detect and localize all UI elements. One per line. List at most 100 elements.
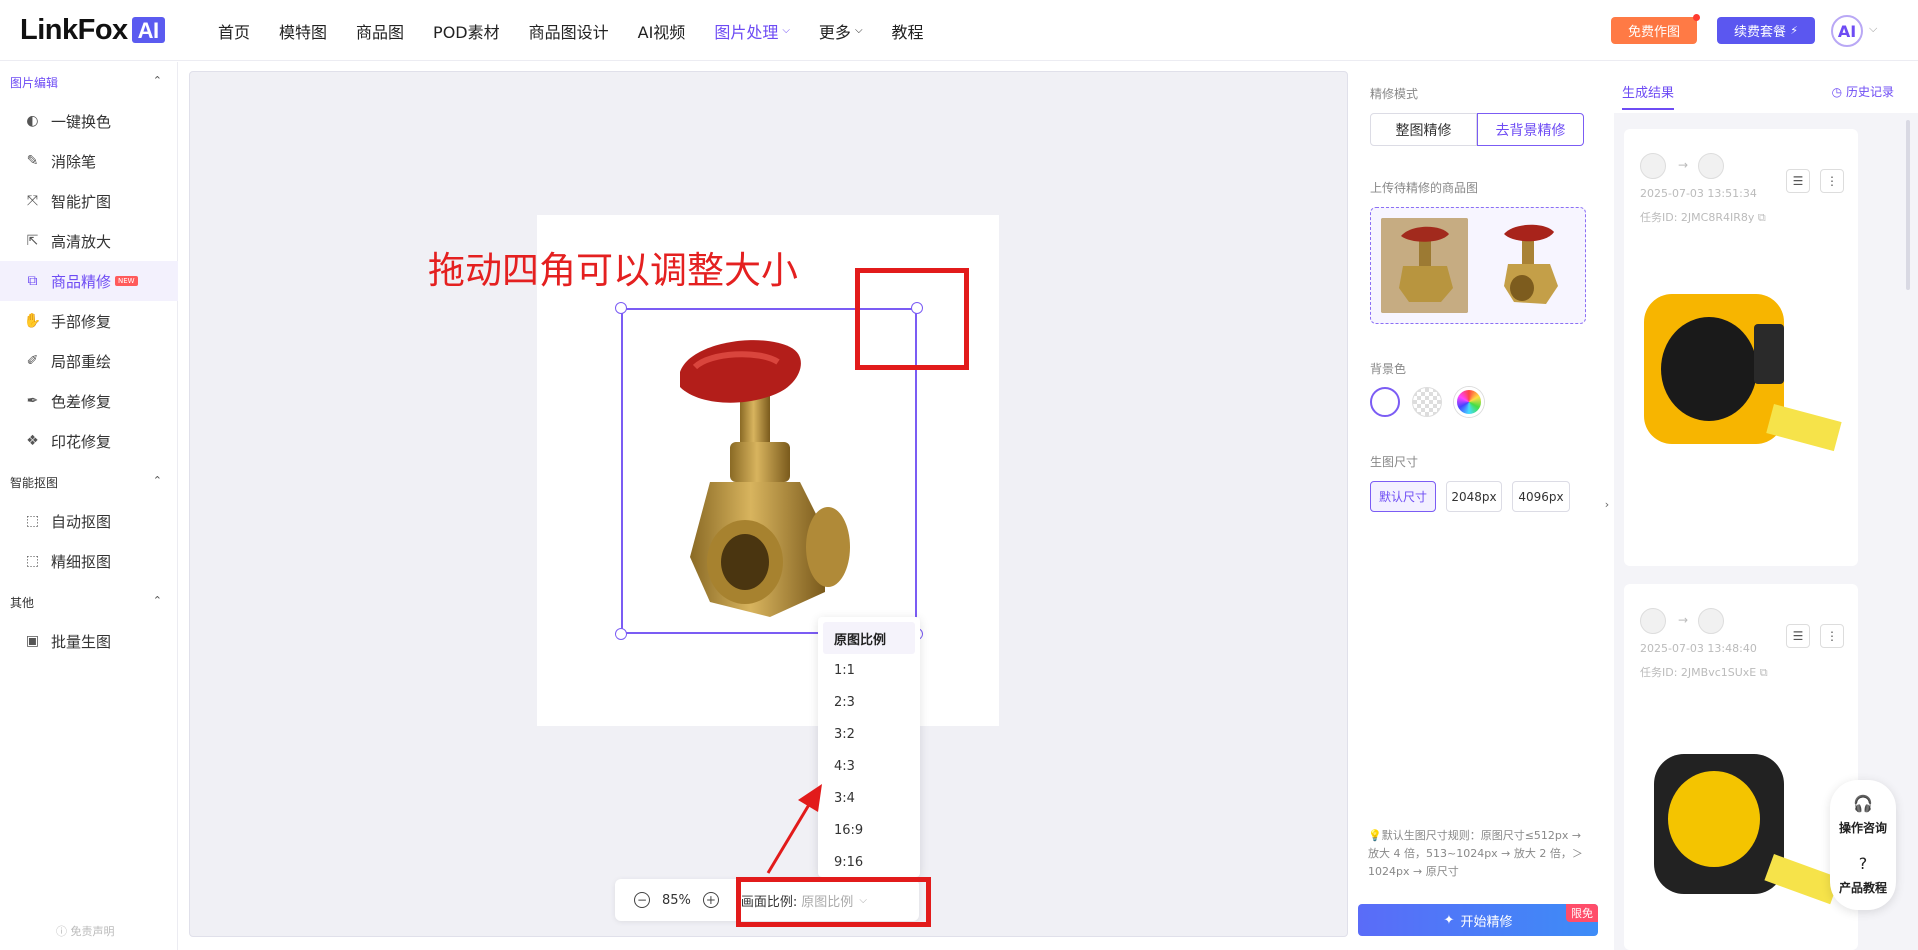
ratio-dropdown-menu: 原图比例 1:1 2:3 3:2 4:3 3:4 16:9 9:16 — [818, 617, 920, 877]
more-icon[interactable]: ⋮ — [1820, 169, 1844, 193]
sidebar-item-auto-cutout[interactable]: ⬚ 自动抠图 — [0, 501, 178, 541]
ratio-option[interactable]: 2:3 — [823, 686, 915, 718]
tab-bg-refine[interactable]: 去背景精修 — [1477, 113, 1584, 146]
disclaimer-link[interactable]: ⓘ 免责声明 — [56, 923, 115, 939]
recolor-icon: ◐ — [26, 113, 39, 129]
refine-icon: ⧉ — [27, 273, 38, 289]
chevron-up-icon: ⌃ — [152, 74, 162, 87]
result-mini-thumb — [1698, 153, 1724, 179]
collapse-panel-icon[interactable]: › — [1600, 474, 1614, 534]
sidebar-item-eraser[interactable]: ✎ 消除笔 — [0, 141, 178, 181]
free-create-button[interactable]: 免费作图 — [1611, 14, 1700, 44]
annotation-hint: 拖动四角可以调整大小 — [428, 249, 798, 292]
nav-home[interactable]: 首页 — [218, 19, 250, 43]
sidebar-item-color-fix[interactable]: ✒ 色差修复 — [0, 381, 178, 421]
bg-white-swatch[interactable] — [1370, 387, 1400, 417]
tab-whole-refine[interactable]: 整图精修 — [1370, 113, 1477, 146]
tab-results[interactable]: 生成结果 — [1622, 82, 1675, 110]
clock-icon: ◷ — [1831, 85, 1843, 99]
sidebar-item-hand-repair[interactable]: ✋ 手部修复 — [0, 301, 178, 341]
cutout-icon: ⬚ — [25, 513, 40, 529]
upscale-icon: ⇱ — [26, 233, 39, 249]
zoom-in-icon[interactable]: + — [702, 892, 719, 908]
copy-icon[interactable]: ⧉ — [1760, 666, 1768, 679]
section-smart-cutout[interactable]: 智能抠图 ⌃ — [10, 474, 162, 491]
nav-more[interactable]: 更多 ⌵ — [819, 19, 863, 43]
sidebar-item-recolor[interactable]: ◐ 一键换色 — [0, 101, 178, 141]
zoom-out-icon[interactable]: − — [634, 892, 650, 908]
print-icon: ❖ — [26, 433, 39, 449]
ratio-option[interactable]: 9:16 — [823, 846, 915, 878]
card-time: 2025-07-03 13:51:34 — [1640, 187, 1757, 200]
size-2048-button[interactable]: 2048px — [1446, 481, 1502, 512]
brand-ai-badge: AI — [131, 17, 165, 43]
card-time: 2025-07-03 13:48:40 — [1640, 642, 1757, 655]
bg-color-picker-icon[interactable] — [1454, 387, 1484, 417]
chevron-up-icon: ⌃ — [152, 474, 162, 487]
renew-plan-button[interactable]: 续费套餐 ⚡ — [1717, 17, 1815, 44]
sidebar: 图片编辑 ⌃ ◐ 一键换色 ✎ 消除笔 ⤧ 智能扩图 ⇱ 高清放大 ⧉ 商品精修 NEW ✋ 手… — [0, 62, 178, 950]
tutorial-button[interactable]: ? 产品教程 — [1830, 854, 1896, 896]
chevron-down-icon[interactable]: ⌵ — [1869, 22, 1877, 36]
source-mini-thumb — [1640, 153, 1666, 179]
start-refine-button[interactable]: ✦ 开始精修 限免 — [1358, 904, 1598, 936]
sidebar-item-product-refine[interactable]: ⧉ 商品精修 NEW — [0, 261, 178, 301]
brand-logo[interactable]: LinkFox AI — [20, 13, 165, 47]
nav-pod-assets[interactable]: POD素材 — [433, 19, 500, 43]
arrow-right-icon: → — [1678, 613, 1689, 627]
main-nav: 首页 模特图 商品图 POD素材 商品图设计 AI视频 图片处理 ⌵ 更多 ⌵ 教程 — [218, 0, 953, 61]
section-other[interactable]: 其他 ⌃ — [10, 594, 162, 611]
bg-transparent-swatch[interactable] — [1412, 387, 1442, 417]
nav-image-processing[interactable]: 图片处理 ⌵ — [714, 19, 790, 43]
sidebar-item-print-fix[interactable]: ❖ 印花修复 — [0, 421, 178, 461]
more-icon[interactable]: ⋮ — [1820, 624, 1844, 648]
result-image-tape[interactable] — [1634, 744, 1854, 944]
zoom-level: 85% — [662, 892, 691, 908]
upload-area[interactable] — [1370, 207, 1586, 324]
lightning-icon: ⚡ — [1790, 24, 1798, 37]
result-image-tape[interactable] — [1634, 284, 1854, 494]
top-bar: LinkFox AI 首页 模特图 商品图 POD素材 商品图设计 AI视频 图… — [0, 0, 1918, 61]
resize-handle-top-left[interactable] — [615, 302, 627, 314]
result-card[interactable]: → ⋮ ☰ 2025-07-03 13:51:34 任务ID: 2JMC8R4I… — [1624, 129, 1858, 566]
sidebar-item-fine-cutout[interactable]: ⬚ 精细抠图 — [0, 541, 178, 581]
size-rule-note: 💡默认生图尺寸规则：原图尺寸≤512px → 放大 4 倍，513~1024px… — [1368, 829, 1583, 878]
brush-icon: ✐ — [26, 353, 39, 369]
avatar[interactable]: AI — [1831, 15, 1863, 47]
ratio-option[interactable]: 原图比例 — [823, 622, 915, 654]
nav-product-image[interactable]: 商品图 — [356, 19, 404, 43]
history-link[interactable]: ◷ 历史记录 — [1832, 83, 1894, 100]
card-task-id: 任务ID: 2JMBvc1SUxE ⧉ — [1640, 666, 1768, 679]
copy-icon[interactable]: ⧉ — [1758, 211, 1766, 224]
results-scrollbar[interactable] — [1906, 120, 1910, 290]
ratio-option[interactable]: 4:3 — [823, 750, 915, 782]
sidebar-item-expand[interactable]: ⤧ 智能扩图 — [0, 181, 178, 221]
arrow-right-icon: → — [1678, 158, 1689, 172]
size-4096-button[interactable]: 4096px — [1512, 481, 1570, 512]
resize-handle-bottom-left[interactable] — [615, 628, 627, 640]
adjust-icon[interactable]: ☰ — [1786, 624, 1810, 648]
chevron-down-icon: ⌵ — [854, 25, 863, 36]
sidebar-item-batch-generate[interactable]: ▣ 批量生图 — [0, 621, 178, 661]
expand-icon: ⤧ — [26, 193, 39, 209]
sidebar-item-inpaint[interactable]: ✐ 局部重绘 — [0, 341, 178, 381]
consult-button[interactable]: 🎧 操作咨询 — [1830, 794, 1896, 836]
ratio-option[interactable]: 3:4 — [823, 782, 915, 814]
nav-product-design[interactable]: 商品图设计 — [529, 19, 609, 43]
ratio-option[interactable]: 1:1 — [823, 654, 915, 686]
nav-ai-video[interactable]: AI视频 — [638, 19, 686, 43]
sidebar-item-upscale[interactable]: ⇱ 高清放大 — [0, 221, 178, 261]
hand-icon: ✋ — [23, 313, 42, 329]
settings-panel: 精修模式 整图精修 去背景精修 上传待精修的商品图 背景色 生图尺寸 默认尺寸 … — [1358, 73, 1596, 893]
size-default-button[interactable]: 默认尺寸 — [1370, 481, 1436, 512]
fine-cutout-icon: ⬚ — [25, 553, 40, 569]
adjust-icon[interactable]: ☰ — [1786, 169, 1810, 193]
section-image-edit[interactable]: 图片编辑 ⌃ — [10, 74, 162, 91]
mode-label: 精修模式 — [1370, 87, 1419, 101]
headset-icon: 🎧 — [1853, 794, 1873, 813]
nav-model-image[interactable]: 模特图 — [279, 19, 327, 43]
ratio-option[interactable]: 3:2 — [823, 718, 915, 750]
nav-tutorial[interactable]: 教程 — [892, 19, 924, 43]
ratio-option[interactable]: 16:9 — [823, 814, 915, 846]
result-card[interactable]: → ⋮ ☰ 2025-07-03 13:48:40 任务ID: 2JMBvc1S… — [1624, 584, 1858, 950]
